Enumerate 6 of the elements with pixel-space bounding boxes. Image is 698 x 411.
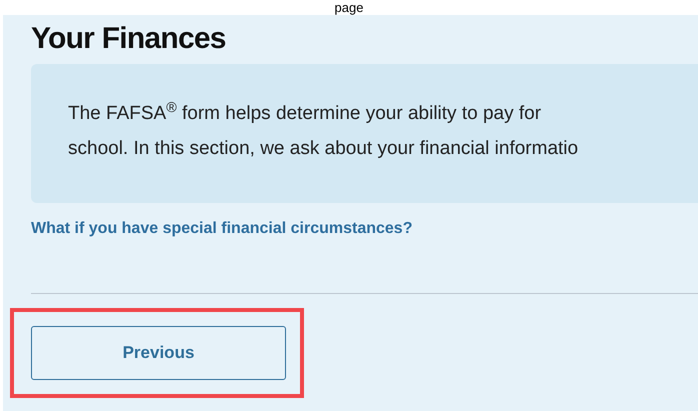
info-text-line: The FAFSA$^{®}$ form helps determine your ability to pay for [68,102,542,125]
page-label: page [334,1,364,15]
help-link[interactable]: What if you have special financial circumstances? [31,217,412,241]
previous-button[interactable]: Previous [31,326,286,380]
info-text-line: school. In this section, we ask about your financial informatio [68,137,580,160]
page-heading: Your Finances [31,21,227,57]
